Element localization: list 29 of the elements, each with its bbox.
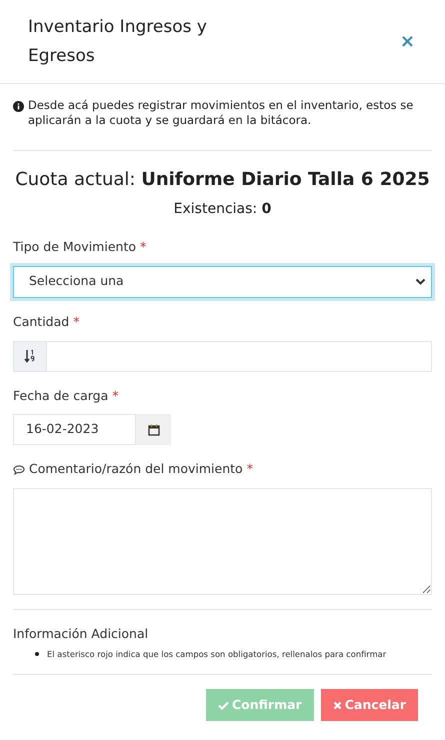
- speech-bubble-icon: [13, 464, 25, 475]
- comment-field[interactable]: [13, 488, 432, 595]
- date-field[interactable]: 16-02-2023: [13, 414, 136, 446]
- calendar-button[interactable]: [136, 414, 171, 446]
- bullet-icon: [35, 652, 39, 656]
- cancel-button[interactable]: Cancelar: [320, 689, 418, 722]
- field-label: Comentario/razón del movimiento: [29, 460, 243, 478]
- required-mark: *: [112, 386, 119, 404]
- required-mark: *: [140, 238, 146, 256]
- sort-numeric-icon: [24, 349, 36, 363]
- info-icon: [13, 101, 24, 112]
- checkmark-icon: [218, 700, 229, 710]
- section-title: Información Adicional: [13, 625, 150, 643]
- required-mark: *: [246, 460, 253, 478]
- close-icon: [332, 700, 342, 710]
- info-text: Desde acá puedes registrar movimientos en el inventario, estos se aplicarán a la cuota y se guardará en la bitácora.: [28, 98, 414, 128]
- quantity-field[interactable]: [47, 340, 432, 372]
- chevron-down-icon: [415, 278, 426, 286]
- stock-text: Existencias: 0: [172, 200, 272, 219]
- field-label: Tipo de Movimiento: [13, 238, 136, 256]
- required-mark: *: [73, 312, 80, 331]
- calendar-icon: [148, 424, 160, 436]
- info-text: El asterisco rojo indica que los campos son obligatorios, rellenalos para confirmar: [47, 648, 386, 660]
- select-field[interactable]: Selecciona una: [13, 266, 432, 298]
- quota-title: Cuota actual: Uniforme Diario Talla 6 2025: [14, 168, 431, 192]
- modal-title: Inventario Ingresos y Egresos: [28, 16, 208, 68]
- close-button[interactable]: ×: [400, 32, 415, 50]
- field-label: Fecha de carga: [13, 386, 108, 405]
- field-label: Cantidad: [13, 312, 70, 331]
